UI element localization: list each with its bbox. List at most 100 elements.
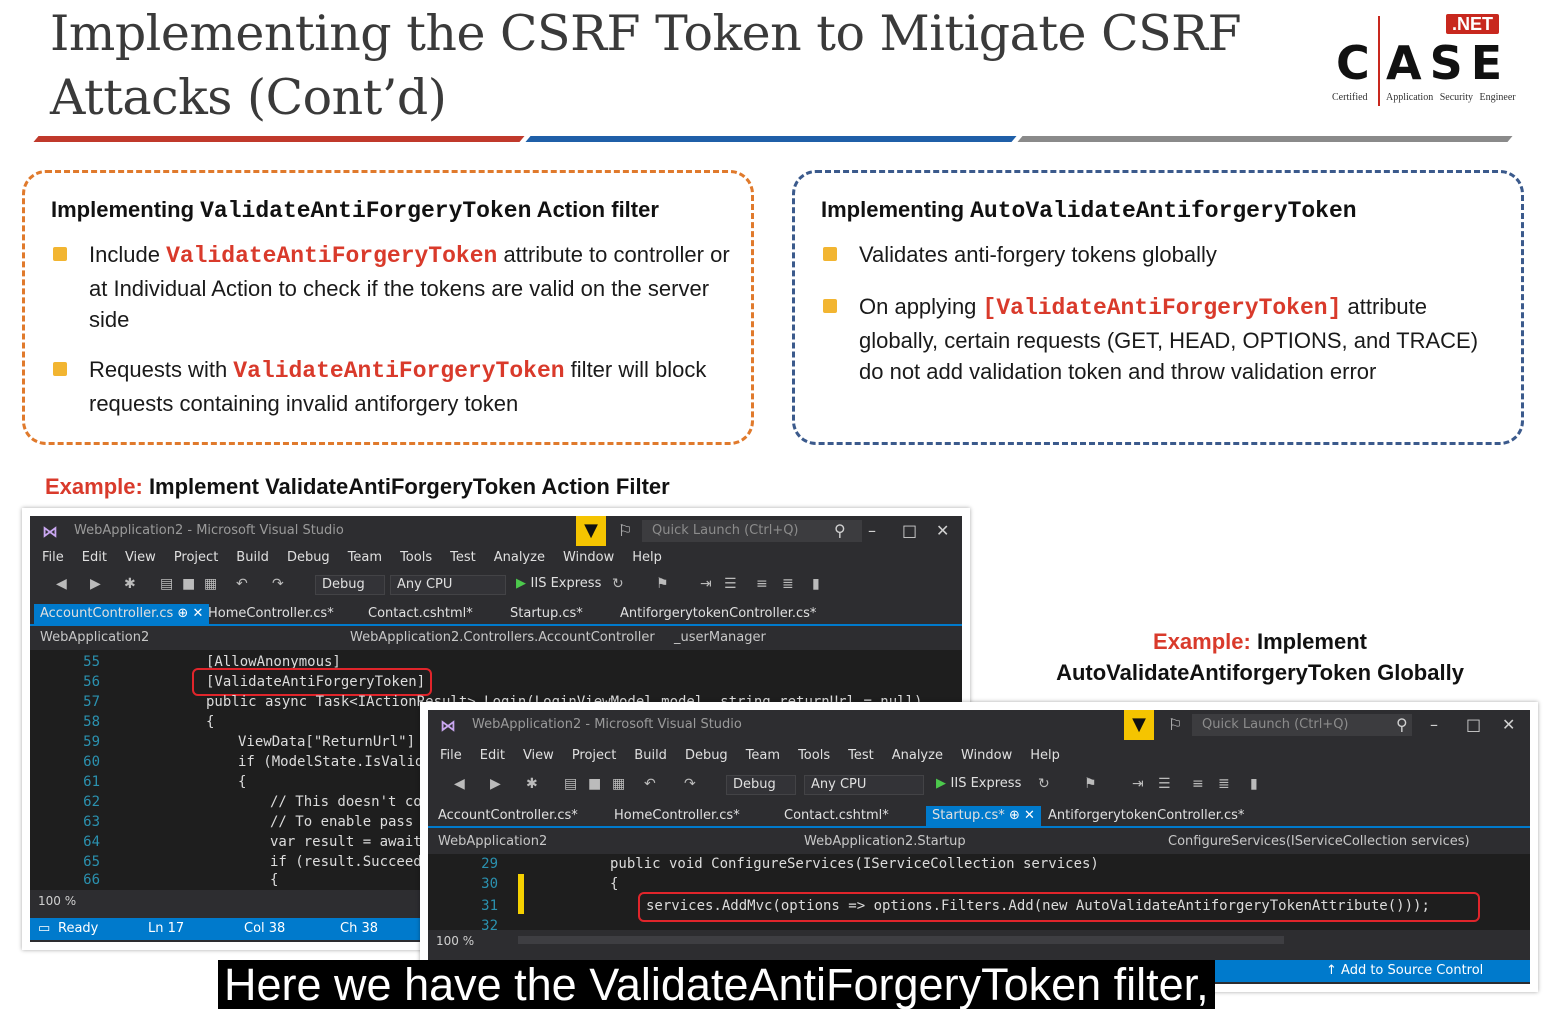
tab-account-controller[interactable]: AccountController.cs* <box>438 808 578 823</box>
configuration-dropdown[interactable]: Debug <box>315 575 385 595</box>
member-dropdown[interactable]: _userManager <box>674 630 766 645</box>
quick-launch-input[interactable]: Quick Launch (Ctrl+Q) <box>1192 714 1412 736</box>
menu-window[interactable]: Window <box>961 744 1012 768</box>
tab-home-controller[interactable]: HomeController.cs* <box>208 606 334 621</box>
code-editor[interactable]: 29 public void ConfigureServices(IServic… <box>428 854 1530 934</box>
save-all-icon[interactable]: ▦ <box>612 776 625 792</box>
horizontal-scrollbar[interactable] <box>518 936 1284 944</box>
minimize-icon[interactable]: – <box>868 521 876 540</box>
project-dropdown[interactable]: WebApplication2 <box>438 834 547 849</box>
menu-team[interactable]: Team <box>746 744 780 768</box>
format-icon[interactable]: ☰ <box>724 576 737 592</box>
run-button[interactable]: ▶ IIS Express <box>516 576 601 591</box>
configuration-dropdown[interactable]: Debug <box>726 775 796 795</box>
class-dropdown[interactable]: WebApplication2.Controllers.AccountContr… <box>350 630 655 645</box>
search-icon[interactable]: ⚲ <box>834 521 846 540</box>
class-dropdown[interactable]: WebApplication2.Startup <box>804 834 966 849</box>
menu-tools[interactable]: Tools <box>400 546 432 570</box>
format-icon[interactable]: ☰ <box>1158 776 1171 792</box>
add-to-source-control-button[interactable]: ↑ Add to Source Control <box>1326 963 1483 978</box>
menu-team[interactable]: Team <box>348 546 382 570</box>
menu-build[interactable]: Build <box>634 744 667 768</box>
bookmark-icon[interactable]: ▮ <box>812 576 820 592</box>
notification-filter-icon[interactable]: ▼ <box>576 516 606 546</box>
comment-icon[interactable]: ≡ <box>756 576 768 592</box>
uncomment-icon[interactable]: ≣ <box>782 576 794 592</box>
menu-debug[interactable]: Debug <box>685 744 728 768</box>
refresh-icon[interactable]: ↻ <box>612 576 624 592</box>
notification-filter-icon[interactable]: ▼ <box>1124 710 1154 740</box>
menu-view[interactable]: View <box>523 744 554 768</box>
menu-help[interactable]: Help <box>1030 744 1060 768</box>
bookmark-icon[interactable]: ▮ <box>1250 776 1258 792</box>
close-icon[interactable]: ✕ <box>1502 715 1515 734</box>
browser-link-icon[interactable]: ⚑ <box>656 576 669 592</box>
step-icon[interactable]: ⇥ <box>1132 776 1144 792</box>
maximize-icon[interactable]: □ <box>902 521 917 540</box>
step-icon[interactable]: ⇥ <box>700 576 712 592</box>
menu-project[interactable]: Project <box>174 546 218 570</box>
tab-home-controller[interactable]: HomeController.cs* <box>614 808 740 823</box>
navigation-bar: WebApplication2 WebApplication2.Startup … <box>428 832 1530 852</box>
menu-file[interactable]: File <box>440 744 462 768</box>
menu-edit[interactable]: Edit <box>82 546 107 570</box>
platform-dropdown[interactable]: Any CPU <box>390 575 506 595</box>
menu-test[interactable]: Test <box>450 546 476 570</box>
uncomment-icon[interactable]: ≣ <box>1218 776 1230 792</box>
feedback-icon[interactable]: ⚐ <box>618 521 632 540</box>
platform-dropdown[interactable]: Any CPU <box>804 775 924 795</box>
menu-view[interactable]: View <box>125 546 156 570</box>
back-icon[interactable]: ◀ <box>454 776 465 792</box>
code-line: { <box>238 774 247 790</box>
menu-file[interactable]: File <box>42 546 64 570</box>
save-all-icon[interactable]: ▦ <box>204 576 217 592</box>
forward-icon[interactable]: ▶ <box>490 776 501 792</box>
tab-antiforgery-controller[interactable]: AntiforgerytokenController.cs* <box>620 606 816 621</box>
refresh-icon[interactable]: ↻ <box>1038 776 1050 792</box>
save-icon[interactable]: ■ <box>588 776 601 792</box>
comment-icon[interactable]: ≡ <box>1192 776 1204 792</box>
open-folder-icon[interactable]: ▤ <box>564 776 577 792</box>
menu-help[interactable]: Help <box>632 546 662 570</box>
tab-account-controller[interactable]: AccountController.cs ⊕ ✕ <box>34 604 210 626</box>
menu-debug[interactable]: Debug <box>287 546 330 570</box>
run-button[interactable]: ▶ IIS Express <box>936 776 1021 791</box>
undo-icon[interactable]: ↶ <box>644 776 656 792</box>
menu-bar: File Edit View Project Build Debug Team Tools Te… <box>30 546 962 570</box>
menu-edit[interactable]: Edit <box>480 744 505 768</box>
menu-window[interactable]: Window <box>563 546 614 570</box>
undo-icon[interactable]: ↶ <box>236 576 248 592</box>
new-project-icon[interactable]: ✱ <box>526 776 538 792</box>
tab-contact[interactable]: Contact.cshtml* <box>784 808 889 823</box>
redo-icon[interactable]: ↷ <box>272 576 284 592</box>
feedback-icon[interactable]: ⚐ <box>1168 715 1182 734</box>
menu-build[interactable]: Build <box>236 546 269 570</box>
quick-launch-input[interactable]: Quick Launch (Ctrl+Q) <box>642 520 862 542</box>
code-line: { <box>270 872 279 888</box>
close-icon[interactable]: ✕ <box>936 521 949 540</box>
member-dropdown[interactable]: ConfigureServices(IServiceCollection ser… <box>1168 834 1470 849</box>
tab-contact[interactable]: Contact.cshtml* <box>368 606 473 621</box>
zoom-dropdown[interactable]: 100 % <box>30 892 150 910</box>
minimize-icon[interactable]: – <box>1430 715 1438 734</box>
menu-analyze[interactable]: Analyze <box>892 744 943 768</box>
tab-startup[interactable]: Startup.cs* <box>510 606 583 621</box>
back-icon[interactable]: ◀ <box>56 576 67 592</box>
new-project-icon[interactable]: ✱ <box>124 576 136 592</box>
save-icon[interactable]: ■ <box>182 576 195 592</box>
maximize-icon[interactable]: □ <box>1466 715 1481 734</box>
menu-project[interactable]: Project <box>572 744 616 768</box>
code-line: var result = await <box>270 834 422 850</box>
menu-test[interactable]: Test <box>848 744 874 768</box>
redo-icon[interactable]: ↷ <box>684 776 696 792</box>
menu-analyze[interactable]: Analyze <box>494 546 545 570</box>
forward-icon[interactable]: ▶ <box>90 576 101 592</box>
open-folder-icon[interactable]: ▤ <box>160 576 173 592</box>
search-icon[interactable]: ⚲ <box>1396 715 1408 734</box>
menu-tools[interactable]: Tools <box>798 744 830 768</box>
browser-link-icon[interactable]: ⚑ <box>1084 776 1097 792</box>
line-number: 57 <box>83 694 100 710</box>
tab-startup[interactable]: Startup.cs* ⊕ ✕ <box>926 806 1041 828</box>
tab-antiforgery-controller[interactable]: AntiforgerytokenController.cs* <box>1048 808 1244 823</box>
project-dropdown[interactable]: WebApplication2 <box>40 630 149 645</box>
